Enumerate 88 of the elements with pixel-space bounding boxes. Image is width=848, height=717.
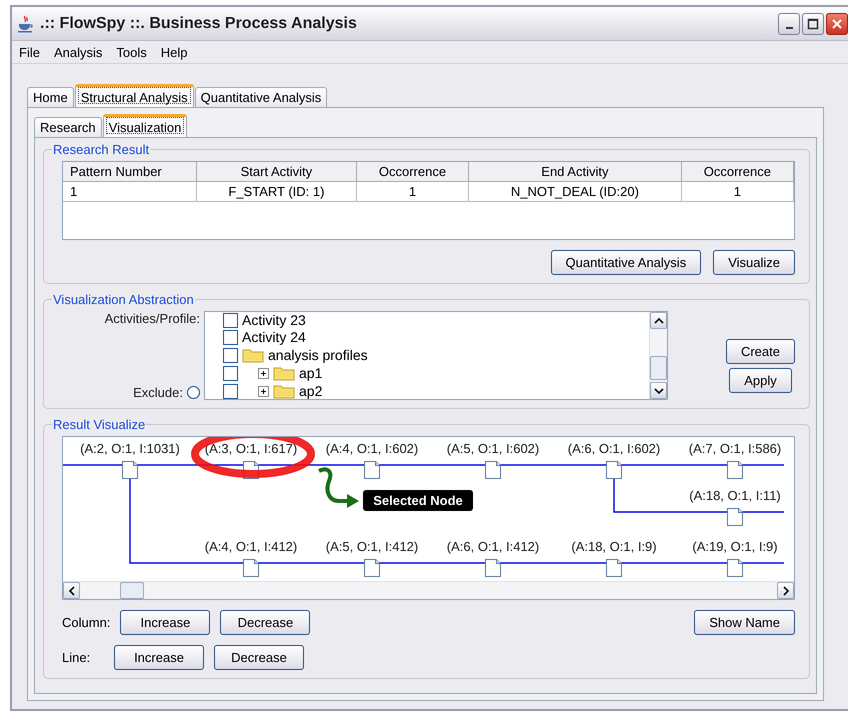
field-label: Exclude:: [133, 385, 183, 400]
node-label[interactable]: (A:19, O:1, I:9): [692, 539, 778, 554]
checkbox[interactable]: [223, 348, 238, 362]
document-icon[interactable]: [364, 461, 380, 479]
document-icon[interactable]: [727, 508, 743, 526]
document-icon[interactable]: [485, 559, 501, 577]
maximize-icon: [807, 18, 819, 30]
node-label[interactable]: (A:4, O:1, I:602): [326, 441, 418, 456]
table-cell: 1: [356, 182, 469, 202]
create-button[interactable]: Create: [726, 339, 795, 364]
window-title: .:: FlowSpy ::. Business Process Analysis: [40, 14, 357, 32]
horizontal-scrollbar[interactable]: [63, 581, 794, 599]
tree-item[interactable]: ap2: [299, 383, 322, 399]
action-button[interactable]: Visualize: [713, 250, 795, 275]
column-header: End Activity: [468, 162, 682, 182]
node-label[interactable]: (A:5, O:1, I:602): [446, 441, 540, 456]
document-icon[interactable]: [727, 461, 743, 479]
minimize-button[interactable]: [778, 12, 800, 34]
folder-icon: [273, 365, 295, 381]
column-header: Occorrence: [356, 162, 469, 182]
tree-item[interactable]: ap1: [299, 365, 322, 381]
line-button[interactable]: Decrease: [214, 645, 304, 670]
node-label[interactable]: (A:2, O:1, I:1031): [80, 441, 180, 456]
show-name-button[interactable]: Show Name: [694, 610, 795, 635]
tree-item[interactable]: analysis profiles: [268, 347, 368, 363]
table-cell: F_START (ID: 1): [196, 182, 356, 202]
document-icon[interactable]: [122, 461, 138, 479]
minimize-icon: [786, 26, 792, 28]
node-label[interactable]: (A:6, O:1, I:602): [568, 441, 660, 456]
document-icon[interactable]: [485, 461, 501, 479]
coffee-cup-icon: [16, 14, 34, 32]
vertical-scrollbar[interactable]: [649, 312, 667, 399]
document-icon[interactable]: [606, 461, 622, 479]
node-label[interactable]: (A:6, O:1, I:412): [446, 539, 540, 554]
close-button[interactable]: [826, 12, 848, 34]
group-title: Result Visualize: [52, 417, 146, 432]
tab[interactable]: Home: [27, 87, 74, 107]
maximize-button[interactable]: [802, 12, 824, 34]
tab[interactable]: Quantitative Analysis: [194, 87, 328, 107]
document-icon[interactable]: [727, 559, 743, 577]
field-label: Activities/Profile:: [104, 311, 200, 326]
table-cell: 1: [681, 182, 794, 202]
expand-icon[interactable]: [258, 386, 269, 396]
tab[interactable]: Structural Analysis: [74, 84, 194, 107]
checkbox[interactable]: [223, 312, 238, 328]
field-label: Column:: [62, 615, 110, 630]
close-icon: [831, 18, 843, 30]
column-button[interactable]: Increase: [120, 610, 210, 635]
apply-button[interactable]: Apply: [729, 368, 792, 393]
menu-item[interactable]: Analysis: [54, 44, 102, 60]
node-label[interactable]: (A:18, O:1, I:11): [689, 488, 781, 503]
line-button[interactable]: Increase: [114, 645, 204, 670]
field-label: Line:: [62, 650, 92, 665]
document-icon[interactable]: [243, 559, 259, 577]
column-header: Start Activity: [196, 162, 356, 182]
scroll-thumb[interactable]: [650, 356, 667, 380]
document-icon[interactable]: [364, 559, 380, 577]
node-label[interactable]: (A:5, O:1, I:412): [326, 539, 418, 554]
menu-item[interactable]: Help: [160, 44, 188, 60]
action-button[interactable]: Quantitative Analysis: [550, 250, 702, 275]
node-label[interactable]: (A:3, O:1, I:617): [204, 441, 298, 456]
node-label[interactable]: (A:18, O:1, I:9): [571, 539, 657, 554]
pointer-arrow: [318, 467, 359, 508]
column-header: Occorrence: [681, 162, 794, 182]
folder-icon: [273, 383, 295, 399]
column-button[interactable]: Decrease: [220, 610, 310, 635]
tree-item[interactable]: Activity 24: [242, 329, 306, 345]
radio-button[interactable]: [187, 386, 200, 399]
expand-icon[interactable]: [258, 368, 269, 378]
node-label[interactable]: (A:4, O:1, I:412): [204, 539, 298, 554]
document-icon[interactable]: [606, 559, 622, 577]
group-title: Research Result: [52, 142, 150, 157]
menu-item[interactable]: File: [19, 44, 40, 60]
checkbox[interactable]: [223, 384, 238, 398]
folder-icon: [242, 347, 264, 363]
group-title: Visualization Abstraction: [52, 292, 195, 307]
scroll-thumb[interactable]: [120, 582, 144, 599]
tree-item[interactable]: Activity 23: [242, 312, 306, 328]
menu-item[interactable]: Tools: [116, 44, 147, 60]
table-cell: N_NOT_DEAL (ID:20): [468, 182, 682, 202]
checkbox[interactable]: [223, 330, 238, 344]
node-label[interactable]: (A:7, O:1, I:586): [688, 441, 782, 456]
checkbox[interactable]: [223, 366, 238, 380]
callout-label: Selected Node: [363, 490, 473, 511]
column-header: Pattern Number: [63, 162, 196, 182]
tab[interactable]: Visualization: [102, 114, 188, 137]
tab[interactable]: Research: [34, 117, 102, 137]
table-cell: 1: [63, 182, 196, 202]
